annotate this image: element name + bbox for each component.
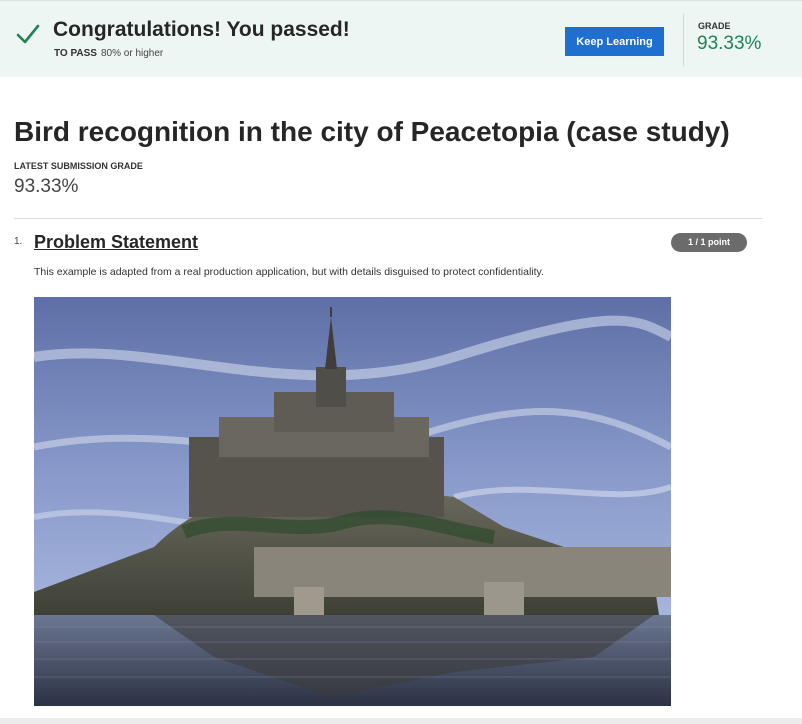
- pass-message: Congratulations! You passed!: [53, 18, 350, 41]
- question-description: This example is adapted from a real prod…: [34, 266, 544, 278]
- question-number: 1.: [14, 236, 23, 247]
- result-banner: Congratulations! You passed! TO PASS 80% …: [0, 0, 802, 77]
- page-bottom-strip: [0, 718, 802, 724]
- question-title[interactable]: Problem Statement: [34, 232, 198, 253]
- latest-submission-grade: 93.33%: [14, 176, 79, 197]
- grade-label: GRADE: [698, 21, 731, 31]
- section-divider: [14, 218, 763, 219]
- banner-divider: [683, 14, 684, 66]
- points-badge: 1 / 1 point: [671, 233, 747, 252]
- pass-threshold: TO PASS 80% or higher: [54, 48, 163, 59]
- grade-value: 93.33%: [697, 33, 762, 54]
- castle-photo: [34, 297, 671, 706]
- page-title: Bird recognition in the city of Peacetop…: [14, 116, 730, 147]
- checkmark-icon: [16, 24, 40, 44]
- latest-submission-label: LATEST SUBMISSION GRADE: [14, 161, 143, 171]
- keep-learning-button[interactable]: Keep Learning: [565, 27, 664, 56]
- to-pass-label: TO PASS: [54, 48, 97, 59]
- to-pass-value: 80% or higher: [100, 48, 164, 59]
